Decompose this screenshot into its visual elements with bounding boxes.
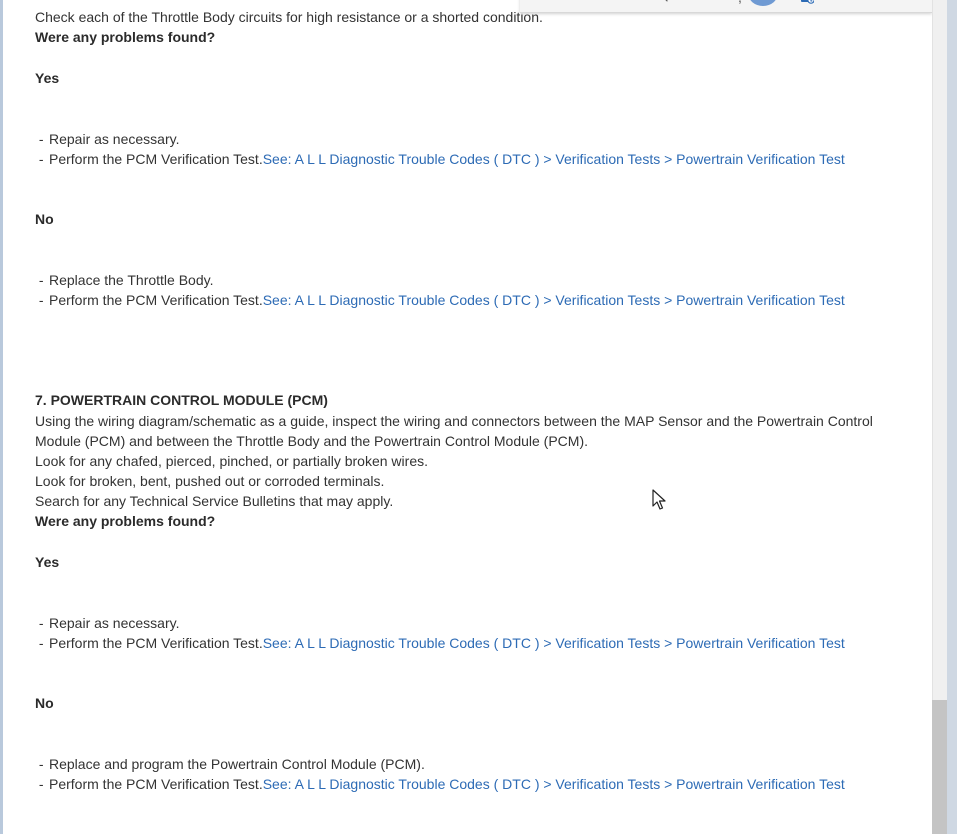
- step6-yes-item-1: - Repair as necessary.: [35, 131, 180, 147]
- verification-test-link[interactable]: See: A L L Diagnostic Trouble Codes ( DT…: [263, 151, 845, 167]
- arrow-icon[interactable]: ↖: [658, 0, 670, 4]
- step6-yes-label: Yes: [35, 70, 60, 86]
- step7-yes-item-2: - Perform the PCM Verification Test.See: …: [35, 635, 845, 651]
- window-right-edge: [947, 0, 957, 834]
- verification-test-link[interactable]: See: A L L Diagnostic Trouble Codes ( DT…: [263, 635, 845, 651]
- step6-no-label: No: [35, 211, 54, 227]
- step6-no-item-1: - Replace the Throttle Body.: [35, 272, 214, 288]
- document-window: Check each of the Throttle Body circuits…: [0, 0, 932, 834]
- step7-yes-item-1: - Repair as necessary.: [35, 615, 180, 631]
- throttle-body-check-text: Check each of the Throttle Body circuits…: [35, 9, 543, 25]
- step6-yes-item-2: - Perform the PCM Verification Test.See: …: [35, 151, 845, 167]
- step7-description-line-1: Using the wiring diagram/schematic as a …: [35, 413, 873, 429]
- step7-no-label: No: [35, 695, 54, 711]
- avatar[interactable]: [748, 0, 778, 6]
- window-left-edge: [0, 0, 3, 834]
- scrollbar-thumb[interactable]: [932, 700, 947, 834]
- mouse-cursor-icon: [652, 489, 666, 510]
- step7-description-line-2: Module (PCM) and between the Throttle Bo…: [35, 433, 589, 449]
- verification-test-link[interactable]: See: A L L Diagnostic Trouble Codes ( DT…: [263, 292, 845, 308]
- step7-check-terminals: Look for broken, bent, pushed out or cor…: [35, 473, 385, 489]
- toolbar-separator: ,: [738, 0, 742, 4]
- step7-yes-label: Yes: [35, 554, 60, 570]
- step7-no-item-1: - Replace and program the Powertrain Cont…: [35, 756, 425, 772]
- step7-question: Were any problems found?: [35, 513, 216, 529]
- step7-check-wires: Look for any chafed, pierced, pinched, o…: [35, 453, 428, 469]
- document-icon[interactable]: [800, 0, 814, 4]
- verification-test-link[interactable]: See: A L L Diagnostic Trouble Codes ( DT…: [263, 776, 845, 792]
- step6-no-item-2: - Perform the PCM Verification Test.See: …: [35, 292, 845, 308]
- step7-title: 7. POWERTRAIN CONTROL MODULE (PCM): [35, 392, 328, 408]
- step6-question: Were any problems found?: [35, 29, 216, 45]
- top-toolbar: ↖ ,: [520, 0, 932, 13]
- step7-check-bulletins: Search for any Technical Service Bulleti…: [35, 493, 394, 509]
- step7-no-item-2: - Perform the PCM Verification Test.See: …: [35, 776, 845, 792]
